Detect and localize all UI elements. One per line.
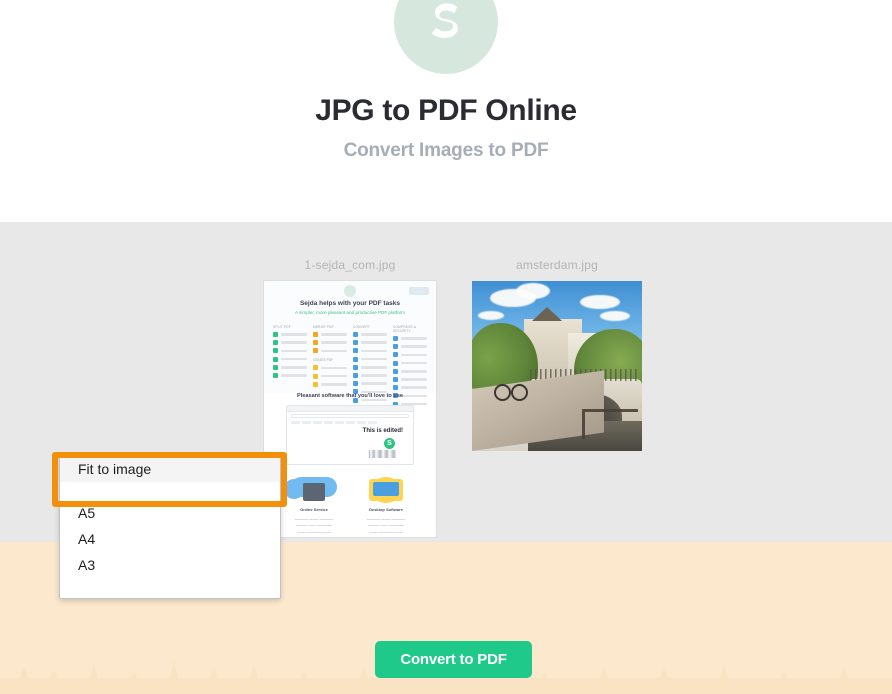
dropdown-option-a5[interactable]: A5 — [60, 500, 280, 526]
sejda-s-logo-icon — [394, 0, 498, 74]
panel-title: Desktop Software — [369, 507, 403, 512]
list-item — [353, 332, 387, 337]
laptop-icon — [355, 471, 417, 505]
panel-text: ▁▁▁▁▁▁ ▁▁▁▁ ▁▁▁▁▁▁ ▁▁▁▁▁ ▁▁▁ ▁▁▁▁▁▁▁ ▁▁▁▁ … — [294, 516, 334, 533]
panel-online-service: Online Service ▁▁▁▁▁▁ ▁▁▁▁ ▁▁▁▁▁▁ ▁▁▁▁▁ ▁… — [283, 471, 345, 537]
list-item — [313, 373, 347, 379]
jpg-to-pdf-page: JPG to PDF Online Convert Images to PDF … — [0, 0, 892, 694]
sejda-column-header: CONVERT — [353, 325, 370, 329]
list-item — [273, 340, 307, 346]
list-item — [353, 364, 387, 370]
file-item-2[interactable]: amsterdam.jpg — [472, 258, 642, 451]
convert-to-pdf-button[interactable]: Convert to PDF — [375, 641, 532, 678]
editor-toolbar — [287, 420, 413, 425]
panel-text: ▁▁▁▁▁▁ ▁▁▁▁ ▁▁▁▁▁▁ ▁▁▁▁▁ ▁▁▁ ▁▁▁▁▁▁▁ ▁▁▁▁ … — [366, 516, 406, 533]
photo-fence — [582, 409, 638, 439]
panel-title: Online Service — [300, 507, 328, 512]
list-item — [393, 376, 427, 382]
list-item — [353, 340, 387, 346]
dropdown-option-a3[interactable]: A3 — [60, 552, 280, 578]
page-title: JPG to PDF Online — [315, 94, 577, 127]
file-name-label: 1-sejda_com.jpg — [304, 258, 396, 272]
sejda-column-header: CREATE PDF — [313, 358, 333, 363]
signature-graphic — [367, 450, 399, 458]
sejda-mid-heading: Pleasant software that you'll love to us… — [296, 393, 404, 399]
file-item-1[interactable]: 1-sejda_com.jpg Sejda helps with your PD… — [264, 258, 436, 537]
sejda-column-header: COMPRESS & SECURITY — [393, 325, 417, 333]
list-item — [313, 340, 347, 346]
list-item — [393, 385, 427, 391]
sejda-page-top: Sejda helps with your PDF tasks A simple… — [264, 281, 436, 407]
list-item — [353, 348, 387, 354]
cloud-server-icon — [283, 471, 345, 505]
sejda-feature-panels: Online Service ▁▁▁▁▁▁ ▁▁▁▁ ▁▁▁▁▁▁ ▁▁▁▁▁ ▁… — [278, 471, 422, 537]
list-item — [273, 372, 307, 378]
sejda-column-header: MERGE PDF — [313, 325, 334, 329]
page-subtitle: Convert Images to PDF — [343, 140, 549, 161]
thumbnail-sejda-screenshot[interactable]: Sejda helps with your PDF tasks A simple… — [264, 281, 436, 537]
dropdown-separator — [60, 482, 280, 500]
panel-desktop-software: Desktop Software ▁▁▁▁▁▁ ▁▁▁▁ ▁▁▁▁▁▁ ▁▁▁▁▁… — [355, 471, 417, 537]
sejda-signin-button — [409, 287, 429, 295]
browser-url-bar — [291, 414, 409, 418]
sejda-column-header: SPLIT PDF — [273, 325, 291, 329]
list-item — [273, 356, 307, 362]
file-name-label: amsterdam.jpg — [516, 258, 598, 272]
list-item — [313, 365, 347, 371]
list-item — [273, 332, 307, 337]
list-item — [393, 336, 427, 341]
list-item — [393, 344, 427, 350]
list-item — [353, 356, 387, 362]
dropdown-option-a4[interactable]: A4 — [60, 526, 280, 552]
browser-edited-text: This is edited! — [362, 428, 403, 434]
list-item — [313, 348, 347, 354]
list-item — [273, 364, 307, 370]
list-item — [353, 381, 387, 387]
photo-bicycle — [494, 369, 528, 401]
hero-section: JPG to PDF Online Convert Images to PDF — [0, 0, 892, 222]
list-item — [313, 381, 347, 387]
list-item — [393, 360, 427, 366]
sejda-heading: Sejda helps with your PDF tasks — [299, 300, 401, 307]
list-item — [353, 372, 387, 378]
list-item — [273, 348, 307, 354]
list-item — [393, 352, 427, 358]
dropdown-option-fit-to-image[interactable]: Fit to image — [60, 456, 280, 482]
thumbnail-amsterdam-photo[interactable] — [472, 281, 642, 451]
sejda-browser-mockup: This is edited! S — [286, 405, 414, 465]
list-item — [313, 332, 347, 337]
sejda-badge-icon: S — [384, 438, 395, 449]
sejda-logo-icon — [344, 285, 356, 297]
sejda-subheading: A simpler, more pleasant and productive … — [294, 310, 406, 315]
browser-titlebar — [287, 406, 413, 412]
list-item — [393, 368, 427, 374]
page-size-dropdown-list[interactable]: Fit to image A5 A4 A3 — [59, 455, 281, 599]
